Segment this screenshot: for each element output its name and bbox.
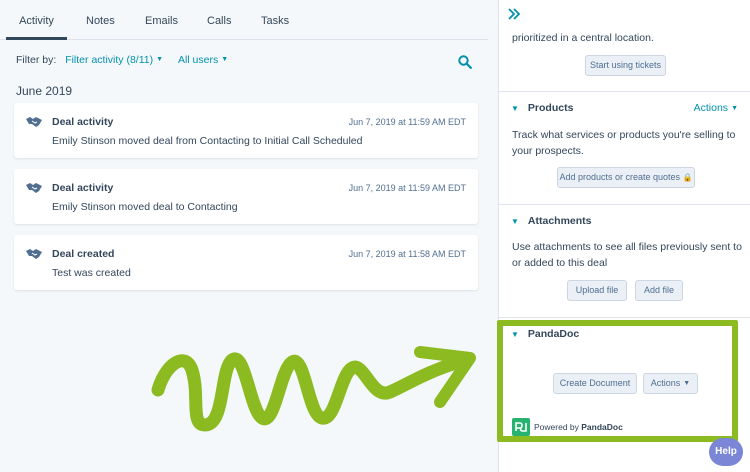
products-title: Products <box>527 102 574 114</box>
create-document-button[interactable]: Create Document <box>553 373 637 394</box>
actions-label: Actions <box>650 378 681 388</box>
activity-title: Deal activity <box>52 182 114 194</box>
add-file-button[interactable]: Add file <box>635 280 683 301</box>
activity-description: Test was created <box>52 267 131 279</box>
pandadoc-title: PandaDoc <box>527 328 580 340</box>
activity-description: Emily Stinson moved deal from Contacting… <box>52 135 363 147</box>
activity-filter-dropdown[interactable]: Filter activity (8/11) ▼ <box>65 54 163 66</box>
filter-row: Filter by: Filter activity (8/11) ▼ All u… <box>16 54 228 68</box>
caret-down-icon: ▼ <box>683 380 691 387</box>
attachments-title: Attachments <box>527 215 592 227</box>
activity-filter-label: Filter activity (8/11) <box>65 54 154 66</box>
pandadoc-logo <box>512 418 530 436</box>
attachments-text: Use attachments to see all files previou… <box>512 241 742 269</box>
caret-down-icon: ▼ <box>156 56 164 63</box>
activity-card[interactable]: Deal created Jun 7, 2019 at 11:58 AM EDT… <box>14 235 478 290</box>
tab-tasks[interactable]: Tasks <box>261 0 289 40</box>
activity-card[interactable]: Deal activity Jun 7, 2019 at 11:59 AM ED… <box>14 103 478 158</box>
upload-file-button[interactable]: Upload file <box>567 280 627 301</box>
powered-by-brand: PandaDoc <box>581 422 623 432</box>
add-products-label: Add products or create quotes <box>559 172 681 182</box>
help-button[interactable]: Help <box>709 438 743 466</box>
tab-emails[interactable]: Emails <box>145 0 178 40</box>
activity-timestamp: Jun 7, 2019 at 11:58 AM EDT <box>348 249 466 259</box>
search-icon[interactable] <box>458 55 472 69</box>
products-text: Track what services or products you're s… <box>512 129 736 157</box>
caret-down-icon: ▼ <box>221 56 229 63</box>
pandadoc-section-toggle[interactable]: ▼ PandaDoc <box>511 328 579 340</box>
sidebar: prioritized in a central location. Start… <box>498 0 750 472</box>
powered-by-label: Powered by <box>534 422 579 432</box>
activity-timestamp: Jun 7, 2019 at 11:59 AM EDT <box>348 117 466 127</box>
filter-label: Filter by: <box>16 54 57 66</box>
users-filter-label: All users <box>177 54 219 66</box>
month-heading: June 2019 <box>16 84 73 98</box>
pandadoc-logo-icon <box>515 422 527 432</box>
activity-timestamp: Jun 7, 2019 at 11:59 AM EDT <box>348 183 466 193</box>
tab-bar: Activity Notes Emails Calls Tasks <box>0 0 488 40</box>
actions-label: Actions <box>693 102 729 114</box>
tab-notes[interactable]: Notes <box>86 0 115 40</box>
users-filter-dropdown[interactable]: All users ▼ <box>178 54 228 66</box>
attachments-section-toggle[interactable]: ▼ Attachments <box>511 215 592 227</box>
products-actions-dropdown[interactable]: Actions ▼ <box>694 102 738 114</box>
activity-title: Deal activity <box>52 116 114 128</box>
activity-pane: Activity Notes Emails Calls Tasks Filter… <box>0 0 498 472</box>
pandadoc-actions-button[interactable]: Actions ▼ <box>643 373 698 394</box>
tickets-text: prioritized in a central location. <box>512 32 654 44</box>
tab-activity[interactable]: Activity <box>6 0 67 40</box>
lock-icon: 🔒 <box>682 173 693 182</box>
divider <box>499 317 750 318</box>
handshake-icon <box>26 117 42 127</box>
double-chevron-right-icon[interactable] <box>507 7 521 21</box>
annotation-arrow <box>151 346 476 432</box>
handshake-icon <box>26 249 42 259</box>
divider <box>499 204 750 205</box>
activity-description: Emily Stinson moved deal to Contacting <box>52 201 238 213</box>
chevron-down-icon: ▼ <box>511 104 519 113</box>
products-section-toggle[interactable]: ▼ Products <box>511 102 573 114</box>
handshake-icon <box>26 183 42 193</box>
add-products-button[interactable]: Add products or create quotes 🔒 <box>557 167 695 188</box>
chevron-down-icon: ▼ <box>511 217 519 226</box>
divider <box>499 91 750 92</box>
start-using-tickets-button[interactable]: Start using tickets <box>585 55 666 76</box>
activity-title: Deal created <box>52 248 115 260</box>
activity-card[interactable]: Deal activity Jun 7, 2019 at 11:59 AM ED… <box>14 169 478 224</box>
chevron-down-icon: ▼ <box>511 330 519 339</box>
caret-down-icon: ▼ <box>731 105 738 112</box>
tab-calls[interactable]: Calls <box>207 0 231 40</box>
